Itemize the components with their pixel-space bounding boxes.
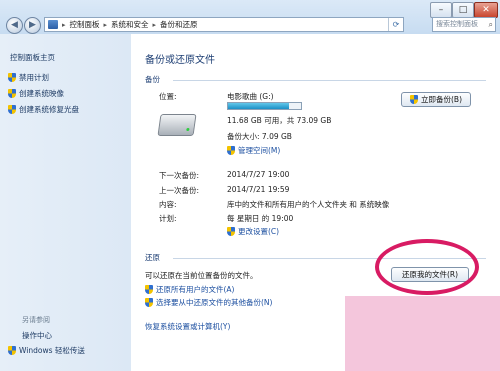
- restore-section-header: 还原: [145, 253, 160, 262]
- uac-shield-icon: [8, 105, 16, 114]
- contents-label: 内容:: [159, 200, 177, 209]
- uac-shield-icon: [145, 285, 153, 294]
- forward-arrow-icon: ▶: [29, 20, 36, 30]
- page-title: 备份或还原文件: [145, 55, 215, 66]
- sidebar-item-label: Windows 轻松传送: [19, 346, 85, 355]
- select-other-backup-link[interactable]: 选择要从中还原文件的其他备份(N): [145, 297, 272, 308]
- disk-usage-fill: [228, 103, 290, 109]
- backup-section-header: 备份: [145, 75, 160, 84]
- next-backup-value: 2014/7/27 19:00: [227, 170, 290, 179]
- uac-shield-icon: [8, 89, 16, 98]
- change-settings-link[interactable]: 更改设置(C): [227, 226, 279, 237]
- manage-space-label: 管理空间(M): [238, 146, 281, 155]
- refresh-icon[interactable]: ⟳: [388, 18, 403, 31]
- decorative-overlay: [345, 296, 500, 371]
- contents-value: 库中的文件和所有用户的个人文件夹 和 系统映像: [227, 200, 390, 209]
- see-also-heading: 另请参阅: [22, 316, 50, 324]
- maximize-button[interactable]: □: [452, 2, 474, 18]
- main-content: 备份或还原文件 备份 位置: 电影歌曲 (G:) 11.68 GB 可用，共 7…: [131, 34, 500, 371]
- sidebar-home-link[interactable]: 控制面板主页: [10, 52, 55, 63]
- manage-space-link[interactable]: 管理空间(M): [227, 145, 280, 156]
- hard-drive-icon: [157, 114, 197, 136]
- breadcrumb-separator: ▸: [62, 20, 66, 29]
- uac-shield-icon: [227, 146, 235, 155]
- back-button[interactable]: ◀: [6, 17, 23, 34]
- address-bar[interactable]: ▸ 控制面板 ▸ 系统和安全 ▸ 备份和还原 ⟳: [44, 17, 404, 32]
- next-backup-label: 下一次备份:: [159, 171, 200, 180]
- breadcrumb-separator: ▸: [152, 20, 157, 29]
- sidebar-item-disable-schedule[interactable]: 禁用计划: [8, 72, 49, 83]
- sidebar-item-create-image[interactable]: 创建系统映像: [8, 88, 64, 99]
- sidebar-item-label: 创建系统修复光盘: [19, 105, 79, 114]
- recover-system-link[interactable]: 恢复系统设置或计算机(Y): [145, 321, 230, 332]
- sidebar-item-easy-transfer[interactable]: Windows 轻松传送: [8, 345, 85, 356]
- sidebar-item-repair-disc[interactable]: 创建系统修复光盘: [8, 104, 79, 115]
- restore-all-users-label: 还原所有用户的文件(A): [156, 285, 235, 294]
- restore-description: 可以还原在当前位置备份的文件。: [145, 271, 258, 280]
- schedule-value: 每 星期日 的 19:00: [227, 214, 294, 223]
- last-backup-value: 2014/7/21 19:59: [227, 185, 290, 194]
- uac-shield-icon: [227, 227, 235, 236]
- schedule-label: 计划:: [159, 214, 177, 223]
- sidebar-item-action-center[interactable]: 操作中心: [22, 330, 52, 341]
- space-text: 11.68 GB 可用，共 73.09 GB: [227, 116, 332, 125]
- backup-now-label: 立即备份(B): [421, 95, 462, 104]
- search-placeholder: 搜索控制面板: [436, 20, 478, 28]
- uac-shield-icon: [8, 73, 16, 82]
- location-label: 位置:: [159, 92, 177, 101]
- change-settings-label: 更改设置(C): [238, 227, 280, 236]
- uac-shield-icon: [145, 298, 153, 307]
- select-other-backup-label: 选择要从中还原文件的其他备份(N): [156, 298, 273, 307]
- backup-size: 备份大小: 7.09 GB: [227, 132, 292, 141]
- control-panel-icon: [48, 20, 58, 29]
- minimize-button[interactable]: –: [430, 2, 452, 18]
- highlight-circle: [375, 239, 479, 295]
- breadcrumb-control-panel[interactable]: 控制面板: [70, 19, 100, 30]
- location-value: 电影歌曲 (G:): [227, 92, 274, 101]
- disk-usage-bar: [227, 102, 302, 110]
- forward-button[interactable]: ▶: [24, 17, 41, 34]
- restore-all-users-link[interactable]: 还原所有用户的文件(A): [145, 284, 234, 295]
- search-icon[interactable]: ⌕: [489, 18, 493, 31]
- backup-now-button[interactable]: 立即备份(B): [401, 92, 471, 107]
- breadcrumb-system-security[interactable]: 系统和安全: [111, 19, 149, 30]
- breadcrumb-backup-restore[interactable]: 备份和还原: [160, 19, 198, 30]
- search-input[interactable]: 搜索控制面板 ⌕: [432, 17, 496, 32]
- breadcrumb-separator: ▸: [103, 20, 108, 29]
- uac-shield-icon: [8, 346, 16, 355]
- sidebar: 控制面板主页 禁用计划 创建系统映像 创建系统修复光盘 另请参阅 操作中心 Wi…: [0, 34, 132, 371]
- last-backup-label: 上一次备份:: [159, 186, 200, 195]
- sidebar-item-label: 创建系统映像: [19, 89, 64, 98]
- sidebar-item-label: 禁用计划: [19, 73, 49, 82]
- back-arrow-icon: ◀: [11, 20, 18, 30]
- close-button[interactable]: ✕: [474, 2, 498, 18]
- divider: [173, 80, 486, 81]
- uac-shield-icon: [410, 95, 418, 104]
- title-bar: – □ ✕ ◀ ▶ ▸ 控制面板 ▸ 系统和安全 ▸ 备份和还原 ⟳ 搜索控制面…: [0, 0, 500, 34]
